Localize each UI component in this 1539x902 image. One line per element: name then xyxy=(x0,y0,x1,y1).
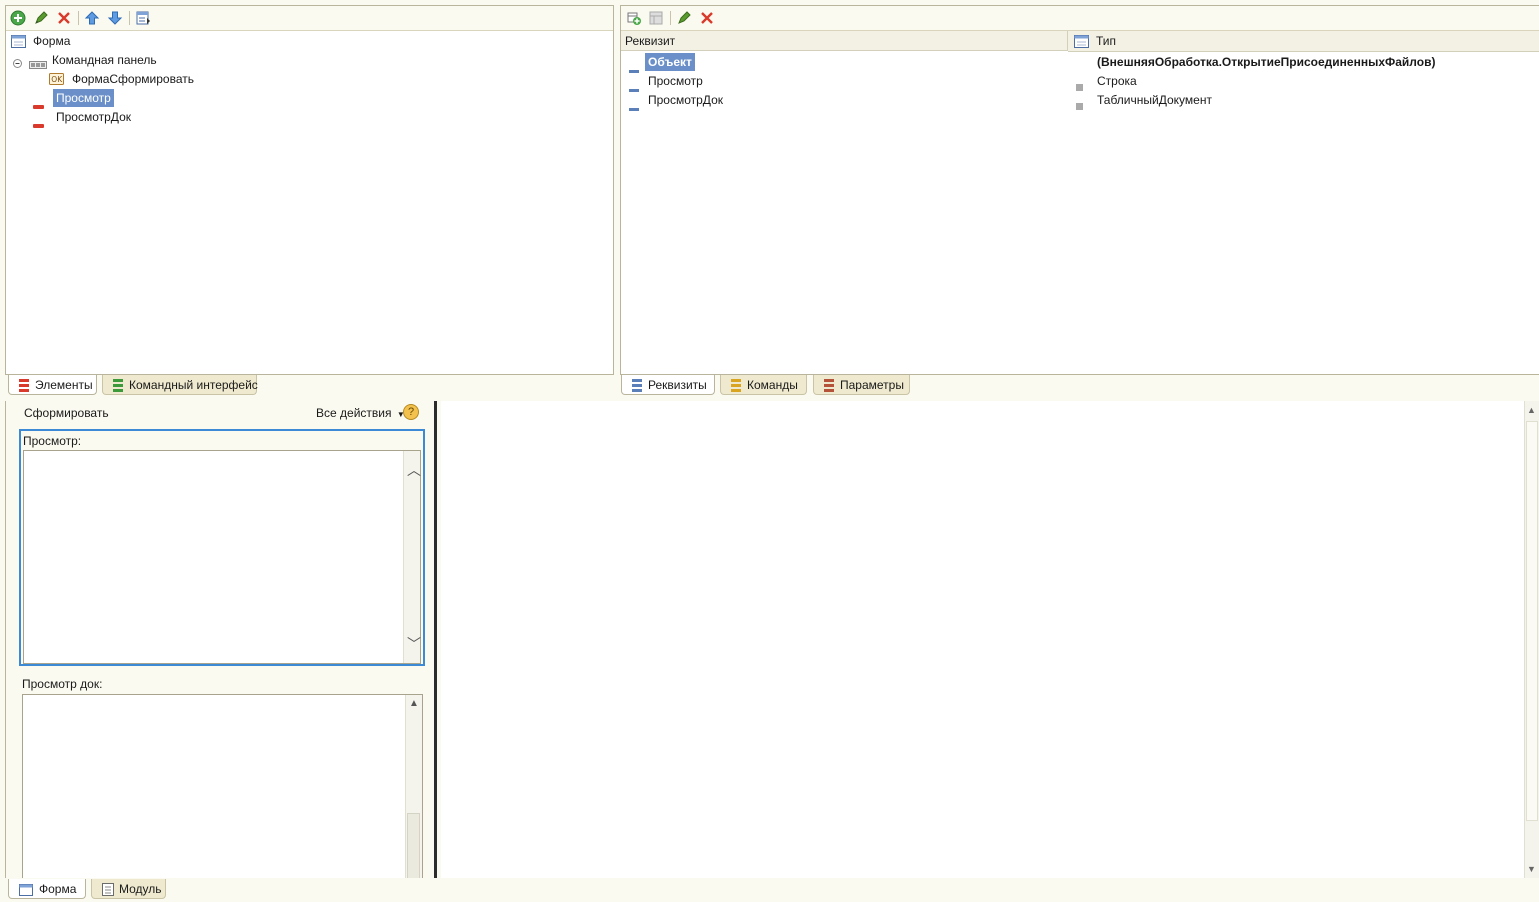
parameters-icon xyxy=(824,378,834,392)
tree-item-label: Командная панель xyxy=(52,53,157,67)
form-preview: Сформировать Все действия ▼ ? Просмотр: … xyxy=(5,401,437,878)
vertical-scrollbar[interactable]: ▲ xyxy=(405,695,422,878)
edit-icon[interactable] xyxy=(676,10,692,26)
toolbar-separator xyxy=(78,11,79,25)
command-panel-icon xyxy=(29,56,47,74)
preview-field-group: Просмотр: ︿ ﹀ xyxy=(19,429,425,666)
attribute-icon xyxy=(629,98,639,116)
attribute-name: Объект xyxy=(645,53,695,71)
scroll-thumb[interactable] xyxy=(1526,421,1538,821)
tab-parameters[interactable]: Параметры xyxy=(813,375,910,395)
editor-tabs: Форма Модуль xyxy=(5,879,605,901)
move-up-icon[interactable] xyxy=(84,10,100,26)
toolbar-separator xyxy=(670,11,671,25)
add-attribute-icon[interactable] xyxy=(626,10,642,26)
toolbar-separator xyxy=(129,11,130,25)
module-icon xyxy=(102,882,114,896)
tab-label: Форма xyxy=(39,882,77,896)
tab-label: Параметры xyxy=(840,378,904,392)
attribute-type: Строка xyxy=(1097,74,1137,88)
elements-toolbar xyxy=(6,6,613,31)
move-down-icon[interactable] xyxy=(107,10,123,26)
tree-item-label: Просмотр xyxy=(53,89,114,107)
scroll-down-icon[interactable]: ▼ xyxy=(1527,864,1536,874)
scroll-down-icon[interactable]: ﹀ xyxy=(407,637,421,651)
attribute-name: Просмотр xyxy=(648,74,703,88)
elements-icon xyxy=(19,378,29,392)
column-header-attribute[interactable]: Реквизит xyxy=(621,31,1068,51)
collapse-icon[interactable] xyxy=(13,55,22,73)
button-ok-icon: OK xyxy=(49,72,64,90)
edit-icon[interactable] xyxy=(33,10,49,26)
header-label: Реквизит xyxy=(625,34,676,48)
delete-icon[interactable] xyxy=(56,10,72,26)
command-interface-icon xyxy=(113,378,123,392)
tab-attributes[interactable]: Реквизиты xyxy=(621,375,715,395)
tab-label: Командный интерфейс xyxy=(129,378,258,392)
delete-icon[interactable] xyxy=(699,10,715,26)
svg-text:OK: OK xyxy=(51,75,63,84)
attributes-pane: Реквизит Тип Объект (ВнешняяОбработка.От… xyxy=(620,5,1539,375)
field-icon xyxy=(33,96,44,114)
help-icon: ? xyxy=(407,406,415,418)
table-row[interactable]: Объект (ВнешняяОбработка.ОткрытиеПрисоед… xyxy=(621,53,1536,73)
preview-field-label: Просмотр: xyxy=(23,434,82,448)
vertical-scrollbar[interactable]: ︿ ﹀ xyxy=(403,451,421,663)
add-icon[interactable] xyxy=(10,10,26,26)
help-button[interactable]: ? xyxy=(403,404,419,420)
tab-commands[interactable]: Команды xyxy=(720,375,807,395)
preview-textarea[interactable]: ︿ ﹀ xyxy=(23,450,421,664)
attributes-icon xyxy=(632,378,642,392)
elements-pane: Форма Командная панель OK ФормаСформиров… xyxy=(5,5,614,375)
form-properties-icon[interactable] xyxy=(135,10,151,26)
tab-elements[interactable]: Элементы xyxy=(8,375,97,395)
form-icon xyxy=(11,35,26,53)
tab-module[interactable]: Модуль xyxy=(91,879,166,899)
preview-doc-textarea[interactable]: ▲ xyxy=(22,694,423,878)
scroll-thumb[interactable] xyxy=(407,813,420,878)
tab-label: Реквизиты xyxy=(648,378,707,392)
vertical-scrollbar[interactable]: ▲ ▼ xyxy=(1524,401,1539,878)
add-column-icon[interactable] xyxy=(648,10,664,26)
tab-label: Модуль xyxy=(119,882,162,896)
tab-label: Команды xyxy=(747,378,798,392)
table-row[interactable]: Просмотр Строка xyxy=(621,72,1536,92)
attributes-toolbar xyxy=(621,6,1539,31)
scroll-up-icon[interactable]: ︿ xyxy=(407,463,421,477)
attribute-name: ПросмотрДок xyxy=(648,93,723,107)
tab-label: Элементы xyxy=(35,378,93,392)
properties-area: ▲ ▼ xyxy=(441,401,1539,878)
all-actions-menu[interactable]: Все действия ▼ xyxy=(316,406,405,420)
column-settings-icon[interactable] xyxy=(1074,34,1089,54)
preview-doc-label: Просмотр док: xyxy=(22,677,103,691)
column-header-type[interactable]: Тип xyxy=(1068,31,1539,52)
attribute-type: ТабличныйДокумент xyxy=(1097,93,1212,107)
form-icon xyxy=(19,882,33,896)
header-label: Тип xyxy=(1096,34,1117,48)
type-bullet-icon xyxy=(1076,97,1083,115)
tab-form[interactable]: Форма xyxy=(8,879,86,899)
tree-item-label: ПросмотрДок xyxy=(56,110,131,124)
tree-item-label: Форма xyxy=(33,34,71,48)
scroll-up-icon[interactable]: ▲ xyxy=(1527,405,1536,415)
scroll-up-icon[interactable]: ▲ xyxy=(409,699,419,709)
generate-button[interactable]: Сформировать xyxy=(24,406,109,420)
table-row[interactable]: ПросмотрДок ТабличныйДокумент xyxy=(621,91,1536,111)
tab-command-interface[interactable]: Командный интерфейс xyxy=(102,375,258,395)
attributes-tabs: Реквизиты Команды Параметры xyxy=(620,375,1539,397)
tree-item-label: ФормаСформировать xyxy=(72,72,194,86)
commands-icon xyxy=(731,378,741,392)
attribute-type: (ВнешняяОбработка.ОткрытиеПрисоединенных… xyxy=(1097,55,1436,69)
all-actions-label: Все действия xyxy=(316,406,392,420)
elements-tabs: Элементы Командный интерфейс xyxy=(5,375,614,397)
field-icon xyxy=(33,115,44,133)
